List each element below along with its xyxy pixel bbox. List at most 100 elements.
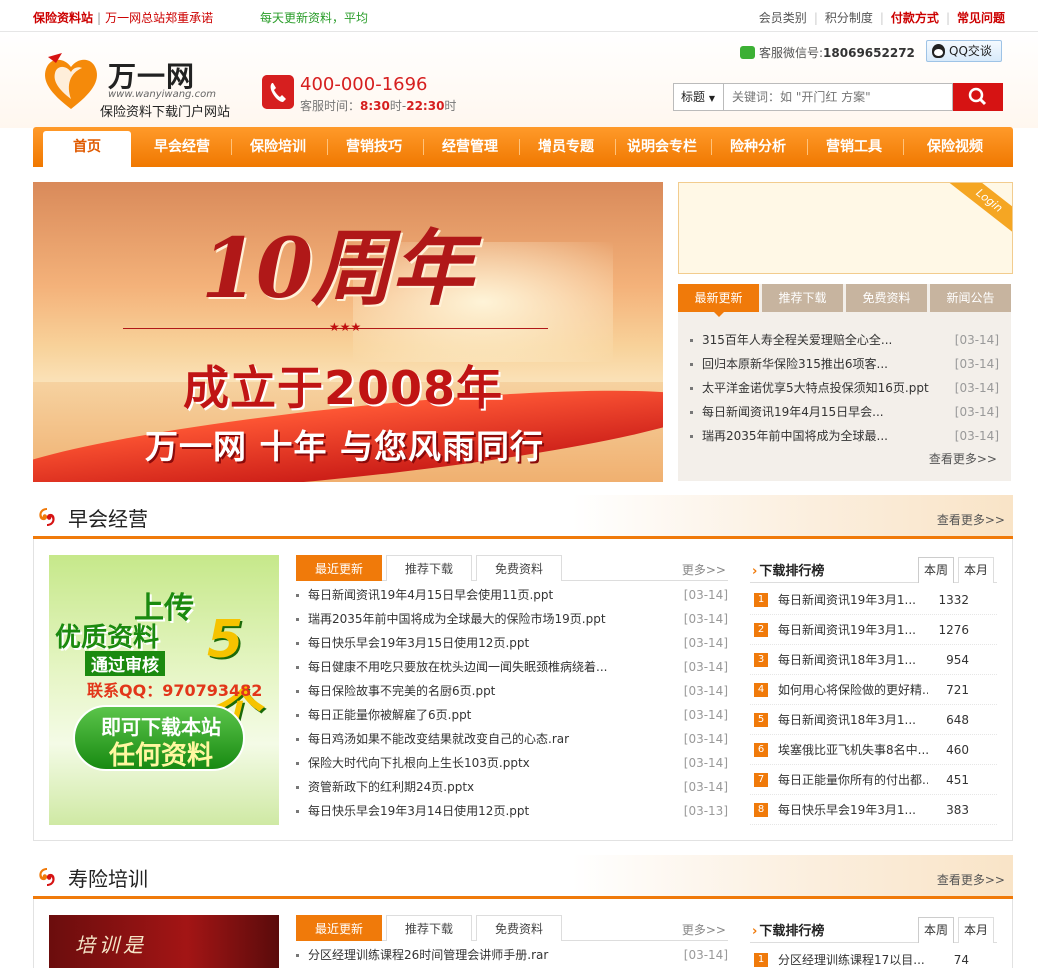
banner-established: 成立于2008年	[183, 361, 504, 415]
banner-stars: ★★★	[329, 320, 362, 334]
morning-list: 每日新闻资讯19年4月15日早会使用11页.ppt [03-14] 瑞再2035年…	[296, 583, 728, 823]
tab-recommended[interactable]: 推荐下载	[386, 555, 472, 581]
search-input[interactable]	[723, 83, 953, 111]
section-training-header: 寿险培训 查看更多>>	[33, 855, 1013, 899]
table-row[interactable]: 8 每日快乐早会19年3月1... 383	[750, 795, 997, 825]
search-type-select[interactable]: 标题 ▼	[673, 83, 723, 111]
ranking-header: › 下载排行榜 本周 本月	[750, 555, 997, 583]
list-item[interactable]: 分区经理训练课程26时间管理会讲师手册.rar [03-14]	[296, 943, 728, 967]
ranking-title: › 下载排行榜	[752, 564, 825, 579]
list-item[interactable]: 太平洋金诺优享5大特点投保须知16页.ppt [03-14]	[690, 376, 999, 400]
list-item[interactable]: 回归本原新华保险315推出6项客... [03-14]	[690, 352, 999, 376]
site-name-link[interactable]: 保险资料站	[33, 11, 93, 25]
list-item[interactable]: 315百年人寿全程关爱理赔全心全... [03-14]	[690, 328, 999, 352]
list-item[interactable]: 每日新闻资讯19年4月15日早会使用11页.ppt [03-14]	[296, 583, 728, 607]
tab-recommended[interactable]: 推荐下载	[386, 915, 472, 941]
training-promo-text: 培训是	[75, 933, 147, 957]
nav-product-analysis[interactable]: 险种分析	[713, 127, 803, 167]
table-row[interactable]: 4 如何用心将保险做的更好精... 721	[750, 675, 997, 705]
section-morning-body: 上传 优质资料 5个 通过审核 联系QQ：970793482 即可下载本站 任何…	[33, 539, 1013, 841]
section-swirl-icon	[39, 508, 55, 526]
site-logo[interactable]: 万一网 www.wanyiwang.com 保险资料下载门户网站	[38, 47, 238, 122]
table-row[interactable]: 1 每日新闻资讯19年3月1... 1332	[750, 585, 997, 615]
promo-qq: 联系QQ：970793482	[87, 681, 263, 700]
list-item[interactable]: 每日快乐早会19年3月14日使用12页.ppt [03-13]	[296, 799, 728, 823]
nav-video[interactable]: 保险视频	[905, 127, 1005, 167]
nav-sales-tools[interactable]: 营销工具	[809, 127, 899, 167]
tabs-more-link[interactable]: 更多>>	[682, 561, 726, 578]
search-button[interactable]	[953, 83, 1003, 111]
table-row[interactable]: 1 分区经理训练课程17以目... 74	[750, 945, 997, 968]
table-row[interactable]: 3 每日新闻资讯18年3月1... 954	[750, 645, 997, 675]
nav-management[interactable]: 经营管理	[425, 127, 515, 167]
section-title: 寿险培训	[68, 867, 148, 891]
chevron-down-icon: ▼	[708, 94, 715, 103]
news-list: 315百年人寿全程关爱理赔全心全... [03-14] 回归本原新华保险315推出…	[690, 328, 999, 448]
ranking-list: 1 每日新闻资讯19年3月1... 1332 2 每日新闻资讯19年3月1... 127…	[750, 585, 997, 825]
list-item[interactable]: 每日正能量你被解雇了6页.ppt [03-14]	[296, 703, 728, 727]
tab-recommended[interactable]: 推荐下载	[762, 284, 843, 312]
list-item[interactable]: 瑞再2035年前中国将成为全球最... [03-14]	[690, 424, 999, 448]
chevron-right-icon: ›	[752, 564, 758, 579]
logo-url-text: www.wanyiwang.com	[108, 89, 216, 100]
points-link[interactable]: 积分制度	[825, 11, 873, 25]
faq-link[interactable]: 常见问题	[957, 11, 1005, 25]
table-row[interactable]: 2 每日新闻资讯19年3月1... 1276	[750, 615, 997, 645]
tab-recent[interactable]: 最近更新	[296, 915, 382, 941]
promise-link[interactable]: 万一网总站郑重承诺	[105, 11, 213, 25]
tab-announcements[interactable]: 新闻公告	[930, 284, 1011, 312]
section-more-link[interactable]: 查看更多>>	[937, 871, 1005, 888]
tab-month[interactable]: 本月	[958, 557, 994, 583]
tabs-more-link[interactable]: 更多>>	[682, 921, 726, 938]
nav-recruitment[interactable]: 增员专题	[521, 127, 611, 167]
wechat-icon	[740, 46, 755, 59]
tab-latest[interactable]: 最新更新	[678, 284, 759, 317]
table-row[interactable]: 7 每日正能量你所有的付出都... 451	[750, 765, 997, 795]
list-item[interactable]: 保险大时代向下扎根向上生长103页.pptx [03-14]	[296, 751, 728, 775]
nav-training[interactable]: 保险培训	[233, 127, 323, 167]
service-hours: 客服时间：8:30时-22:30时	[300, 99, 457, 113]
upload-promo-banner[interactable]: 上传 优质资料 5个 通过审核 联系QQ：970793482 即可下载本站 任何…	[49, 555, 279, 825]
table-row[interactable]: 6 埃塞俄比亚飞机失事8名中... 460	[750, 735, 997, 765]
training-promo-banner[interactable]: 培训是	[49, 915, 279, 968]
login-corner-badge[interactable]: Login	[947, 183, 1012, 237]
hotline-number: 400-000-1696	[300, 74, 428, 95]
nav-home[interactable]: 首页	[43, 131, 131, 167]
training-list: 分区经理训练课程26时间管理会讲师手册.rar [03-14]	[296, 943, 728, 967]
list-item[interactable]: 每日保险故事不完美的名厨6页.ppt [03-14]	[296, 679, 728, 703]
nav-morning-meeting[interactable]: 早会经营	[137, 127, 227, 167]
section-more-link[interactable]: 查看更多>>	[937, 511, 1005, 528]
phone-icon	[262, 75, 294, 109]
nav-seminar[interactable]: 说明会专栏	[617, 127, 707, 167]
chevron-right-icon: ›	[752, 924, 758, 939]
top-links: 会员类别 | 积分制度 | 付款方式 | 常见问题	[758, 11, 1005, 25]
hero-banner[interactable]: 10周年 ★★★ 成立于2008年 万一网 十年 与您风雨同行	[33, 182, 663, 482]
table-row[interactable]: 5 每日新闻资讯18年3月1... 648	[750, 705, 997, 735]
tab-recent[interactable]: 最近更新	[296, 555, 382, 581]
top-bar: 保险资料站 | 万一网总站郑重承诺 每天更新资料，平均 会员类别 | 积分制度 | 付款方式…	[0, 0, 1038, 32]
tab-free[interactable]: 免费资料	[846, 284, 927, 312]
list-item[interactable]: 每日快乐早会19年3月15日使用12页.ppt [03-14]	[296, 631, 728, 655]
nav-sales-skills[interactable]: 营销技巧	[329, 127, 419, 167]
top-left: 保险资料站 | 万一网总站郑重承诺	[33, 11, 214, 25]
list-item[interactable]: 每日新闻资讯19年4月15日早会... [03-14]	[690, 400, 999, 424]
heart-logo-icon	[45, 53, 97, 109]
list-item[interactable]: 每日健康不用吃只要放在枕头边闻一闻失眠颈椎病绕着... [03-14]	[296, 655, 728, 679]
qq-chat-button[interactable]: QQ交谈	[926, 40, 1002, 62]
tab-month[interactable]: 本月	[958, 917, 994, 943]
tab-free[interactable]: 免费资料	[476, 915, 562, 941]
main-nav: 首页 早会经营 保险培训 营销技巧 经营管理 增员专题 说明会专栏 险种分析 营…	[33, 127, 1013, 167]
news-more-link[interactable]: 查看更多>>	[929, 450, 997, 467]
update-marquee[interactable]: 每天更新资料，平均	[260, 9, 370, 26]
member-types-link[interactable]: 会员类别	[759, 11, 807, 25]
payment-link[interactable]: 付款方式	[891, 11, 939, 25]
tab-week[interactable]: 本周	[918, 917, 954, 943]
list-item[interactable]: 瑞再2035年前中国将成为全球最大的保险市场19页.ppt [03-14]	[296, 607, 728, 631]
promo-line2: 优质资料	[55, 623, 160, 653]
search-bar: 标题 ▼	[673, 83, 1003, 111]
tab-free[interactable]: 免费资料	[476, 555, 562, 581]
list-item[interactable]: 每日鸡汤如果不能改变结果就改变自己的心态.rar [03-14]	[296, 727, 728, 751]
login-box[interactable]: Login	[678, 182, 1013, 274]
tab-week[interactable]: 本周	[918, 557, 954, 583]
list-item[interactable]: 资管新政下的红利期24页.pptx [03-14]	[296, 775, 728, 799]
